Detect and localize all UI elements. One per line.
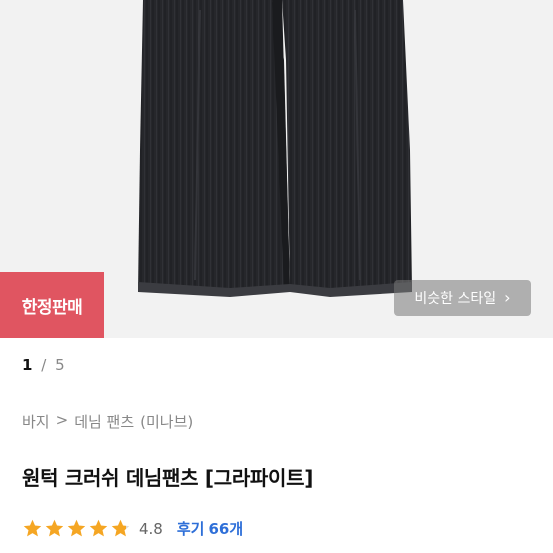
chevron-right-icon: › bbox=[504, 288, 511, 307]
star-rating bbox=[22, 518, 131, 539]
star-icon bbox=[45, 519, 64, 537]
reviews-link[interactable]: 후기 66개 bbox=[177, 518, 243, 539]
pager-total: 5 bbox=[55, 356, 65, 374]
rating-value: 4.8 bbox=[139, 519, 163, 538]
star-icon bbox=[89, 519, 108, 537]
rating-row: 4.8 후기 66개 bbox=[22, 518, 243, 539]
pager-separator: / bbox=[41, 356, 47, 374]
breadcrumb-subcategory[interactable]: 데님 팬츠 bbox=[74, 411, 134, 432]
limited-sale-badge: 한정판매 bbox=[0, 272, 104, 338]
breadcrumb-brand: (미나브) bbox=[140, 413, 194, 431]
similar-style-button[interactable]: 비슷한 스타일 › bbox=[394, 280, 531, 316]
product-title: 원턱 크러쉬 데님팬츠 [그라파이트] bbox=[22, 466, 314, 490]
breadcrumb-separator: > bbox=[55, 411, 69, 429]
star-icon bbox=[67, 519, 86, 537]
star-icon bbox=[111, 519, 130, 537]
product-image-carousel[interactable]: 한정판매 비슷한 스타일 › bbox=[0, 0, 553, 338]
star-icon bbox=[23, 519, 42, 537]
breadcrumb-category[interactable]: 바지 bbox=[22, 411, 50, 432]
pager-current: 1 bbox=[22, 356, 33, 374]
reviews-label: 후기 bbox=[176, 520, 205, 538]
breadcrumb: 바지 > 데님 팬츠 (미나브) bbox=[22, 411, 193, 432]
similar-style-label: 비슷한 스타일 bbox=[414, 291, 497, 307]
image-pager: 1 / 5 bbox=[22, 356, 65, 374]
limited-sale-label: 한정판매 bbox=[21, 297, 83, 318]
reviews-count: 66개 bbox=[208, 520, 244, 538]
